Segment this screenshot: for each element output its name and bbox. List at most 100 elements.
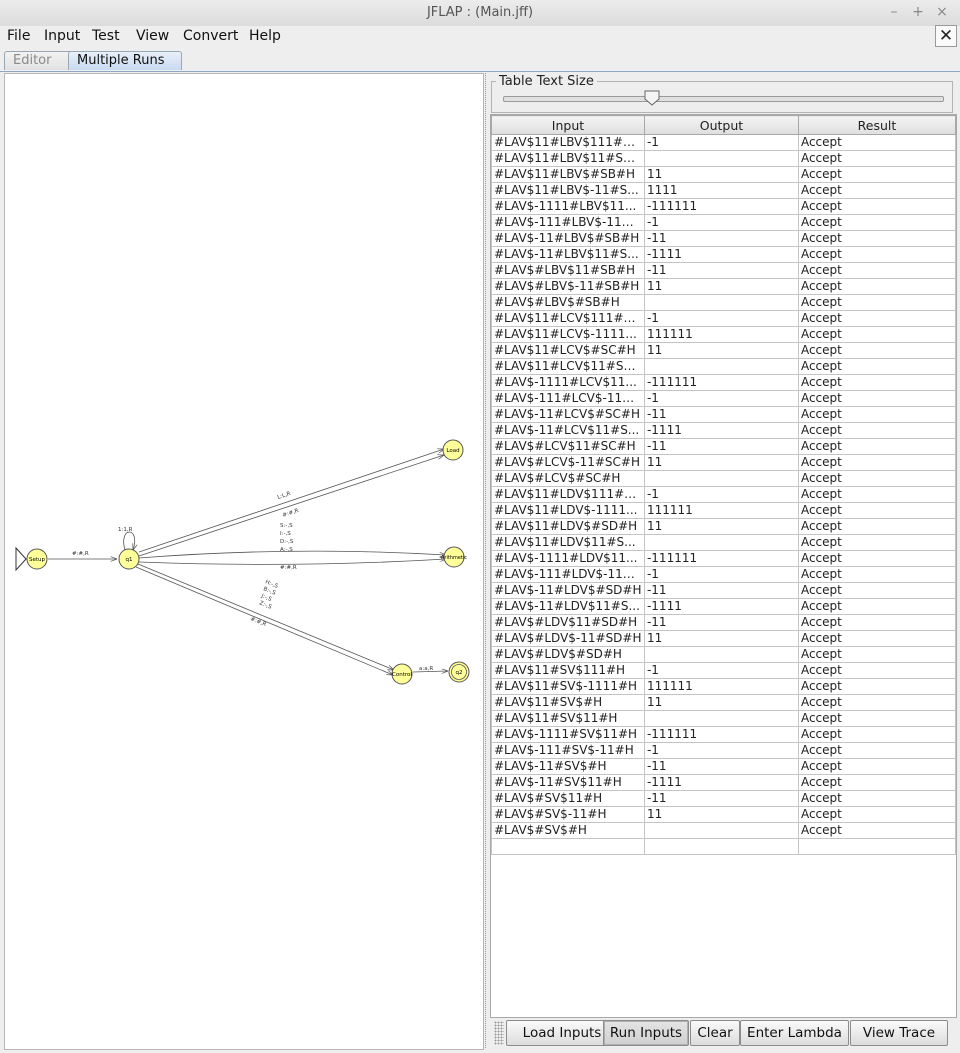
menu-input[interactable]: Input <box>44 27 80 45</box>
result-cell[interactable]: Accept <box>797 822 957 839</box>
result-cell[interactable]: Accept <box>797 390 957 407</box>
input-cell[interactable]: #LAV$11#SV$11#H <box>491 710 645 727</box>
output-cell[interactable]: 111111 <box>643 502 799 519</box>
result-cell[interactable]: Accept <box>797 454 957 471</box>
state-q1[interactable]: q1 <box>118 548 140 570</box>
result-cell[interactable]: Accept <box>797 518 957 535</box>
output-cell[interactable]: 11 <box>643 166 799 183</box>
input-cell[interactable]: #LAV$11#SV$111#H <box>491 662 645 679</box>
result-cell[interactable]: Accept <box>797 774 957 791</box>
input-cell[interactable]: #LAV$11#LCV$11#SC... <box>491 358 645 375</box>
input-cell[interactable]: #LAV$#LBV$-11#SB#H <box>491 278 645 295</box>
result-cell[interactable]: Accept <box>797 262 957 279</box>
input-cell[interactable]: #LAV$#LCV$11#SC#H <box>491 438 645 455</box>
state-load[interactable]: Load <box>442 439 464 461</box>
input-cell[interactable]: #LAV$-111#SV$-11#H <box>491 742 645 759</box>
state-arithmetic[interactable]: Arithmetic <box>441 546 467 568</box>
output-cell[interactable]: 11 <box>643 518 799 535</box>
output-cell[interactable]: -1 <box>643 134 799 151</box>
result-cell[interactable]: Accept <box>797 598 957 615</box>
output-cell[interactable]: -111111 <box>643 374 799 391</box>
input-cell[interactable]: #LAV$#LDV$11#SD#H <box>491 614 645 631</box>
input-cell[interactable]: #LAV$-11#SV$#H <box>491 758 645 775</box>
result-cell[interactable]: Accept <box>797 406 957 423</box>
result-cell[interactable]: Accept <box>797 438 957 455</box>
output-cell[interactable]: -1 <box>643 214 799 231</box>
input-cell[interactable]: #LAV$11#LDV$11#S... <box>491 534 645 551</box>
result-cell[interactable]: Accept <box>797 422 957 439</box>
menu-view[interactable]: View <box>136 27 169 45</box>
input-cell[interactable]: #LAV$-11#SV$11#H <box>491 774 645 791</box>
table-row[interactable]: #LAV$-11#SV$11#H -1111 Accept <box>491 774 957 791</box>
result-cell[interactable]: Accept <box>797 710 957 727</box>
table-row[interactable]: #LAV$11#LDV$#SD#H 11 Accept <box>491 518 957 535</box>
input-cell[interactable]: #LAV$#SV$11#H <box>491 790 645 807</box>
result-cell[interactable]: Accept <box>797 646 957 663</box>
input-cell[interactable]: #LAV$-111#LCV$-11#... <box>491 390 645 407</box>
result-cell[interactable]: Accept <box>797 534 957 551</box>
table-row[interactable]: #LAV$#LBV$-11#SB#H 11 Accept <box>491 278 957 295</box>
menu-help[interactable]: Help <box>249 27 281 45</box>
output-cell[interactable]: -11 <box>643 758 799 775</box>
output-cell[interactable]: -1 <box>643 310 799 327</box>
input-cell[interactable]: #LAV$-111#LBV$-11#... <box>491 214 645 231</box>
result-cell[interactable]: Accept <box>797 310 957 327</box>
result-cell[interactable]: Accept <box>797 214 957 231</box>
input-cell[interactable] <box>491 838 645 855</box>
close-window-icon[interactable]: × <box>933 3 951 21</box>
input-cell[interactable]: #LAV$-11#LBV$11#S... <box>491 246 645 263</box>
table-row[interactable]: #LAV$#LCV$-11#SC#H 11 Accept <box>491 454 957 471</box>
output-cell[interactable] <box>643 534 799 551</box>
header-input[interactable]: Input <box>491 115 645 135</box>
table-row[interactable]: #LAV$#LBV$11#SB#H -11 Accept <box>491 262 957 279</box>
result-cell[interactable]: Accept <box>797 470 957 487</box>
input-cell[interactable]: #LAV$#SV$-11#H <box>491 806 645 823</box>
table-row[interactable]: #LAV$#SV$-11#H 11 Accept <box>491 806 957 823</box>
output-cell[interactable]: -111111 <box>643 726 799 743</box>
result-cell[interactable]: Accept <box>797 614 957 631</box>
table-row[interactable]: #LAV$#LCV$#SC#H Accept <box>491 470 957 487</box>
table-row[interactable]: #LAV$11#SV$11#H Accept <box>491 710 957 727</box>
table-row[interactable]: #LAV$11#LBV$11#SB... Accept <box>491 150 957 167</box>
result-cell[interactable]: Accept <box>797 486 957 503</box>
text-size-slider-track[interactable] <box>503 96 944 102</box>
maximize-icon[interactable]: + <box>909 3 927 21</box>
header-result[interactable]: Result <box>797 115 957 135</box>
output-cell[interactable]: -1111 <box>643 598 799 615</box>
view-trace-button[interactable]: View Trace <box>850 1020 948 1046</box>
input-cell[interactable]: #LAV$-11#LCV$11#S... <box>491 422 645 439</box>
result-cell[interactable]: Accept <box>797 374 957 391</box>
output-cell[interactable]: -11 <box>643 790 799 807</box>
table-row[interactable]: #LAV$-11#LBV$11#S... -1111 Accept <box>491 246 957 263</box>
table-row[interactable]: #LAV$-1111#LDV$11... -111111 Accept <box>491 550 957 567</box>
output-cell[interactable]: -11 <box>643 262 799 279</box>
input-cell[interactable]: #LAV$11#LBV$#SB#H <box>491 166 645 183</box>
table-row[interactable]: #LAV$11#SV$#H 11 Accept <box>491 694 957 711</box>
output-cell[interactable]: 111111 <box>643 326 799 343</box>
input-cell[interactable]: #LAV$#LDV$#SD#H <box>491 646 645 663</box>
output-cell[interactable]: -11 <box>643 438 799 455</box>
table-row[interactable]: #LAV$#LDV$11#SD#H -11 Accept <box>491 614 957 631</box>
output-cell[interactable]: -1 <box>643 486 799 503</box>
result-cell[interactable]: Accept <box>797 198 957 215</box>
result-cell[interactable]: Accept <box>797 342 957 359</box>
split-pane-divider[interactable] <box>485 73 488 1048</box>
result-cell[interactable]: Accept <box>797 582 957 599</box>
input-cell[interactable]: #LAV$-11#LDV$11#S... <box>491 598 645 615</box>
output-cell[interactable] <box>643 358 799 375</box>
input-cell[interactable]: #LAV$11#SV$#H <box>491 694 645 711</box>
output-cell[interactable] <box>643 470 799 487</box>
input-cell[interactable]: #LAV$-1111#LCV$11... <box>491 374 645 391</box>
tab-multiple-runs[interactable]: Multiple Runs <box>68 51 182 70</box>
result-cell[interactable]: Accept <box>797 182 957 199</box>
output-cell[interactable]: 111111 <box>643 678 799 695</box>
table-row[interactable]: #LAV$-11#LDV$11#S... -1111 Accept <box>491 598 957 615</box>
output-cell[interactable]: 11 <box>643 278 799 295</box>
output-cell[interactable]: 11 <box>643 454 799 471</box>
input-cell[interactable]: #LAV$11#LCV$111#S... <box>491 310 645 327</box>
result-cell[interactable]: Accept <box>797 246 957 263</box>
table-row[interactable]: #LAV$-1111#SV$11#H -111111 Accept <box>491 726 957 743</box>
table-row[interactable]: #LAV$-1111#LBV$11... -111111 Accept <box>491 198 957 215</box>
input-cell[interactable]: #LAV$11#LBV$111#S... <box>491 134 645 151</box>
result-cell[interactable]: Accept <box>797 150 957 167</box>
